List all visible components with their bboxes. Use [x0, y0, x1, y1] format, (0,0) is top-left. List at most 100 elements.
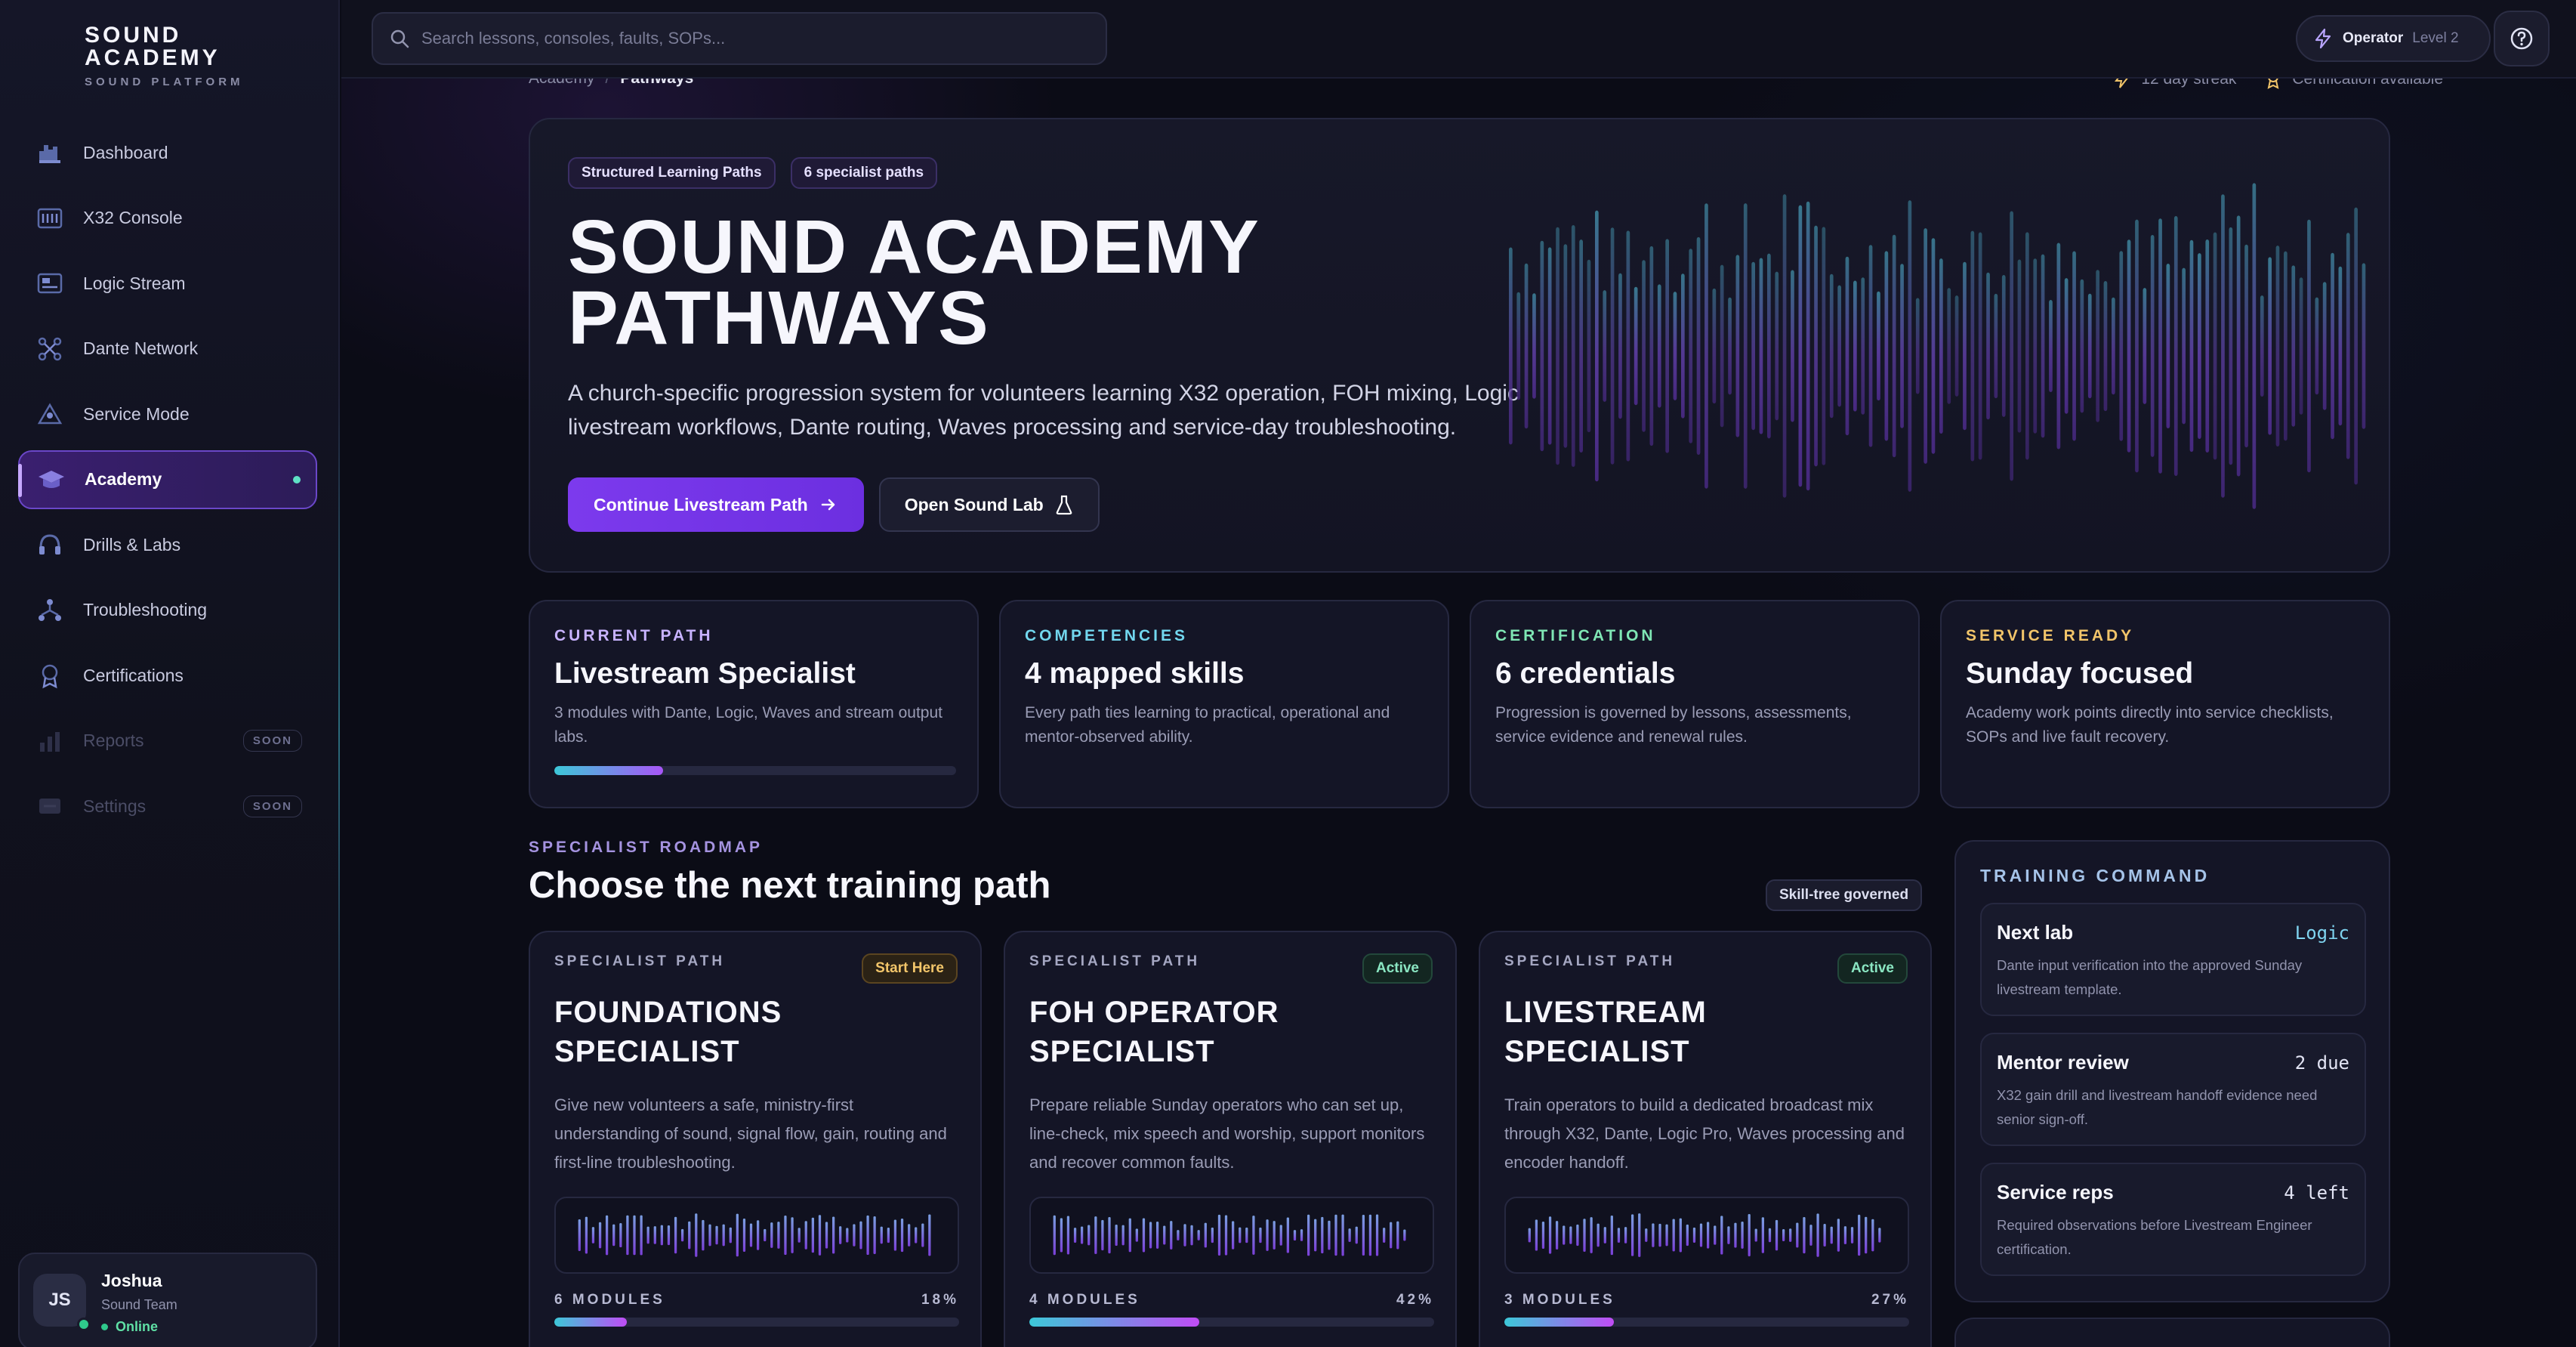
- path-modules: 4 MODULES: [1029, 1292, 1140, 1308]
- path-percent: 18%: [921, 1292, 959, 1308]
- branch-icon: [35, 595, 65, 626]
- sidebar-item-label: Reports: [83, 731, 144, 750]
- sidebar-item-service-mode[interactable]: Service Mode: [18, 385, 317, 443]
- waveform-bar: [1806, 201, 1810, 491]
- open-sound-lab-button[interactable]: Open Sound Lab: [878, 477, 1100, 532]
- chip-learning-paths: Structured Learning Paths: [568, 157, 776, 189]
- sidebar: SOUND ACADEMY SOUND PLATFORM Dashboard X…: [0, 0, 340, 1347]
- stat-kicker: CERTIFICATION: [1495, 627, 1656, 644]
- waveform-bar: [1803, 1216, 1806, 1254]
- waveform-bar: [1665, 1224, 1668, 1247]
- main-content: Academy / Pathways 12 day streak Certifi…: [341, 79, 2576, 1347]
- waveform-bar: [873, 1216, 876, 1254]
- sidebar-item-dante-network[interactable]: Dante Network: [18, 320, 317, 378]
- operator-badge[interactable]: Operator Level 2: [2296, 15, 2491, 62]
- stream-icon: [35, 268, 65, 298]
- waveform-bar: [1245, 1227, 1248, 1244]
- waveform-bar: [2284, 251, 2288, 441]
- waveform-bar: [1796, 1222, 1799, 1248]
- help-button[interactable]: [2494, 11, 2550, 66]
- waveform-bar: [1307, 1214, 1310, 1256]
- waveform-bar: [1789, 1228, 1792, 1242]
- continue-path-button[interactable]: Continue Livestream Path: [568, 477, 864, 532]
- graduation-cap-icon: [36, 465, 66, 495]
- stat-card-current-path[interactable]: CURRENT PATH Livestream Specialist 3 mod…: [529, 600, 979, 808]
- waveform-bar: [1569, 1226, 1572, 1244]
- command-item-next-lab[interactable]: Next lab Logic Dante input verification …: [1980, 903, 2366, 1016]
- sidebar-item-x32-console[interactable]: X32 Console: [18, 189, 317, 248]
- sidebar-item-label: Logic Stream: [83, 273, 186, 293]
- path-card-foh-operator[interactable]: SPECIALIST PATH Active FOH OPERATOR SPEC…: [1004, 931, 1457, 1347]
- command-item-value: Logic: [2294, 922, 2349, 944]
- waveform-bar: [853, 1224, 856, 1247]
- sidebar-item-academy[interactable]: Academy: [18, 450, 317, 509]
- sidebar-item-troubleshooting[interactable]: Troubleshooting: [18, 581, 317, 640]
- path-card-foundations[interactable]: SPECIALIST PATH Start Here FOUNDATIONS S…: [529, 931, 982, 1347]
- stat-progress-fill: [554, 766, 663, 775]
- arrow-right-icon: [821, 499, 835, 511]
- stat-title: 6 credentials: [1495, 657, 1676, 690]
- command-item-service-reps[interactable]: Service reps 4 left Required observation…: [1980, 1163, 2366, 1276]
- stat-card-service-ready[interactable]: SERVICE READY Sunday focused Academy wor…: [1940, 600, 2390, 808]
- search-bar[interactable]: [372, 12, 1107, 65]
- user-status: Online: [101, 1319, 177, 1335]
- settings-icon: [35, 791, 65, 821]
- waveform-bar: [1597, 1223, 1600, 1247]
- waveform-bar: [1853, 280, 1857, 412]
- waveform-bar: [1734, 1222, 1737, 1248]
- user-profile-card[interactable]: JS Joshua Sound Team Online: [18, 1253, 317, 1347]
- stat-card-competencies[interactable]: COMPETENCIES 4 mapped skills Every path …: [999, 600, 1449, 808]
- sidebar-item-certifications[interactable]: Certifications: [18, 646, 317, 705]
- waveform-bar: [1321, 1216, 1324, 1254]
- path-footer: 6 MODULES 18%: [554, 1292, 959, 1308]
- waveform-bar: [1328, 1220, 1331, 1250]
- waveform-bar: [804, 1221, 807, 1250]
- breadcrumb-root[interactable]: Academy: [529, 79, 595, 88]
- waveform-bar: [1163, 1225, 1166, 1245]
- stat-kicker: CURRENT PATH: [554, 627, 714, 644]
- waveform-bar: [1681, 273, 1685, 419]
- sidebar-item-drills-labs[interactable]: Drills & Labs: [18, 515, 317, 574]
- path-status-badge: Active: [1837, 953, 1908, 984]
- hero-description: A church-specific progression system for…: [568, 381, 1519, 440]
- waveform-bar: [1830, 1226, 1833, 1244]
- chip-specialist-count: 6 specialist paths: [790, 157, 938, 189]
- path-card-livestream[interactable]: SPECIALIST PATH Active LIVESTREAM SPECIA…: [1479, 931, 1932, 1347]
- waveform-bar: [2173, 216, 2178, 476]
- soon-badge: SOON: [242, 730, 302, 752]
- sidebar-item-label: Academy: [85, 469, 162, 489]
- brand[interactable]: SOUND ACADEMY SOUND PLATFORM: [21, 20, 244, 92]
- waveform-bar: [1924, 228, 1927, 464]
- waveform-bar: [1978, 232, 1982, 460]
- roadmap-kicker: SPECIALIST ROADMAP: [529, 839, 764, 856]
- waveform-bar: [660, 1225, 663, 1246]
- waveform-bar: [1587, 259, 1591, 433]
- command-item-description: X32 gain drill and livestream handoff ev…: [1997, 1087, 2318, 1127]
- hero-waveform-graphic: [1509, 183, 2366, 509]
- waveform-bar: [1704, 203, 1708, 489]
- waveform-bar: [1829, 273, 1834, 419]
- waveform-bar: [1197, 1230, 1200, 1240]
- waveform-bar: [1686, 1224, 1689, 1247]
- waveform-bar: [1583, 1219, 1586, 1252]
- waveform-bar: [1939, 258, 1943, 434]
- waveform-bar: [646, 1226, 649, 1244]
- waveform-bar: [612, 1224, 615, 1247]
- stat-description: Every path ties learning to practical, o…: [1025, 704, 1390, 746]
- command-item-mentor-review[interactable]: Mentor review 2 due X32 gain drill and l…: [1980, 1033, 2366, 1146]
- stat-card-certification[interactable]: CERTIFICATION 6 credentials Progression …: [1470, 600, 1920, 808]
- waveform-bar: [1532, 293, 1536, 399]
- sidebar-item-logic-stream[interactable]: Logic Stream: [18, 254, 317, 313]
- waveform-bar: [866, 1215, 869, 1256]
- waveform-bar: [2143, 288, 2147, 404]
- sidebar-item-dashboard[interactable]: Dashboard: [18, 123, 317, 182]
- active-indicator-dot: [293, 475, 301, 483]
- search-input[interactable]: [421, 29, 1086, 48]
- command-item-value: 2 due: [2294, 1052, 2349, 1074]
- path-progress-bar: [1504, 1318, 1909, 1327]
- command-item-description: Required observations before Livestream …: [1997, 1217, 2312, 1257]
- waveform-bar: [1720, 1216, 1723, 1255]
- waveform-bar: [2299, 277, 2303, 415]
- waveform-bar: [2135, 219, 2139, 473]
- waveform-bar: [1822, 227, 1826, 465]
